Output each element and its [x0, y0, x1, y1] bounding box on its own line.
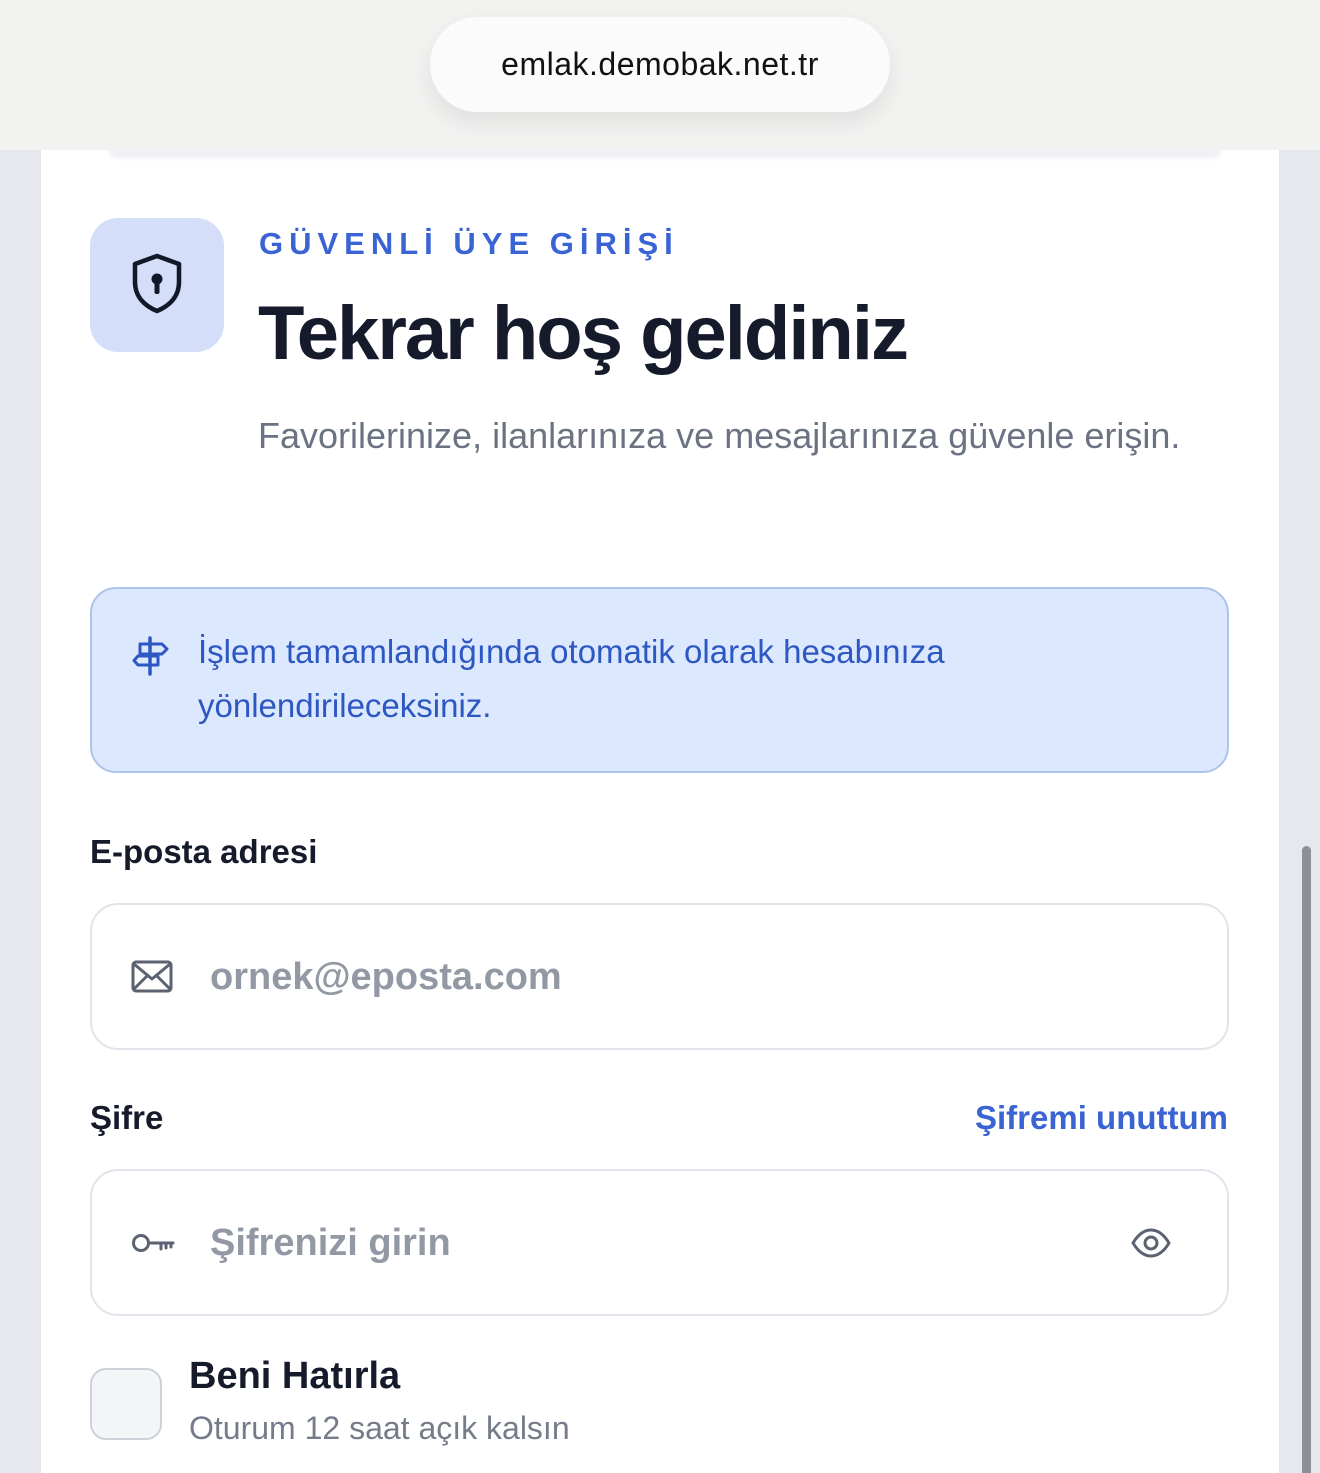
remember-me-label[interactable]: Beni Hatırla	[189, 1355, 400, 1398]
scrollbar[interactable]	[1302, 846, 1311, 1473]
email-field[interactable]	[90, 903, 1229, 1050]
shield-keyhole-icon	[127, 251, 187, 320]
password-field[interactable]	[90, 1169, 1229, 1316]
envelope-icon	[130, 957, 174, 1002]
page-subtitle: Favorilerinize, ilanlarınıza ve mesajlar…	[258, 415, 1181, 456]
forgot-password-link[interactable]: Şifremi unuttum	[975, 1099, 1228, 1137]
header-divider	[110, 150, 1220, 154]
security-badge	[90, 218, 224, 352]
email-input[interactable]	[210, 945, 1110, 1009]
remember-me-sublabel: Oturum 12 saat açık kalsın	[189, 1410, 570, 1446]
page-title: Tekrar hoş geldiniz	[258, 291, 909, 376]
address-bar[interactable]: emlak.demobak.net.tr	[430, 17, 890, 112]
email-label: E-posta adresi	[90, 833, 318, 870]
section-kicker: GÜVENLİ ÜYE GİRİŞİ	[259, 226, 679, 261]
redirect-notice: İşlem tamamlandığında otomatik olarak he…	[90, 587, 1229, 773]
password-input[interactable]	[210, 1211, 1110, 1275]
browser-top-bar: emlak.demobak.net.tr	[0, 0, 1320, 150]
remember-me-checkbox[interactable]	[90, 1368, 162, 1440]
page: emlak.demobak.net.tr GÜVENLİ ÜYE GİRİŞİ …	[0, 0, 1320, 1473]
eye-icon[interactable]	[1131, 1223, 1171, 1268]
signpost-icon	[132, 634, 172, 683]
password-label: Şifre	[90, 1099, 164, 1136]
notice-text: İşlem tamamlandığında otomatik olarak he…	[198, 633, 945, 724]
key-icon	[130, 1223, 176, 1268]
